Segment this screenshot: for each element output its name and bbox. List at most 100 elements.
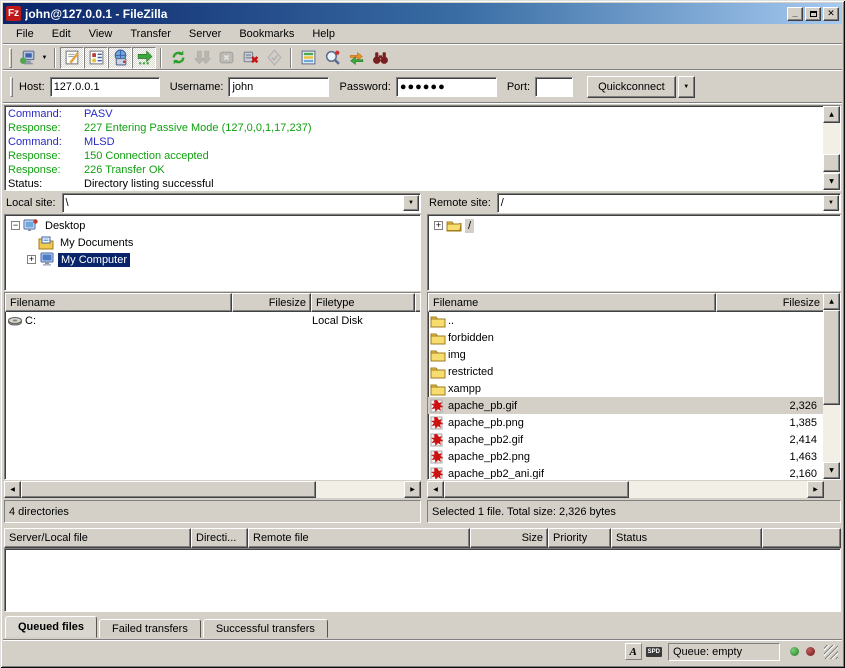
tree-item-my-documents[interactable]: My Documents bbox=[5, 234, 420, 251]
expand-icon[interactable]: + bbox=[27, 255, 36, 264]
quickconnect-dropdown[interactable]: ▼ bbox=[678, 76, 695, 98]
directory-listing-filters-button[interactable] bbox=[296, 47, 320, 69]
file-row[interactable]: xampp bbox=[428, 380, 840, 397]
column-header-server-local-file[interactable]: Server/Local file bbox=[4, 528, 191, 548]
local-site-combobox[interactable]: \ ▼ bbox=[62, 193, 421, 213]
column-header-filetype[interactable]: Filetype bbox=[311, 293, 415, 312]
column-header-priority[interactable]: Priority bbox=[548, 528, 611, 548]
toggle-message-log-button[interactable] bbox=[60, 47, 84, 69]
file-row[interactable]: img bbox=[428, 346, 840, 363]
expand-icon[interactable]: + bbox=[434, 221, 443, 230]
tab-queued-files[interactable]: Queued files bbox=[5, 616, 97, 638]
file-row[interactable]: apache_pb.png 1,385 bbox=[428, 414, 840, 431]
tree-item-root[interactable]: + / bbox=[428, 217, 840, 234]
scrollbar-thumb[interactable] bbox=[823, 310, 840, 405]
remote-site-dropdown[interactable]: ▼ bbox=[823, 195, 839, 211]
log-entry: Response:226 Transfer OK bbox=[5, 163, 823, 177]
file-row[interactable]: apache_pb2_ani.gif 2,160 bbox=[428, 465, 840, 480]
tree-item-desktop[interactable]: − Desktop bbox=[5, 217, 420, 234]
file-row[interactable]: .. bbox=[428, 312, 840, 329]
toggle-remote-tree-button[interactable] bbox=[108, 47, 132, 69]
column-header-size[interactable]: Size bbox=[470, 528, 548, 548]
toggle-local-tree-button[interactable] bbox=[84, 47, 108, 69]
toggle-transfer-queue-button[interactable] bbox=[132, 47, 156, 69]
remote-site-combobox[interactable]: / ▼ bbox=[497, 193, 841, 213]
username-label: Username: bbox=[170, 81, 224, 93]
disconnect-button[interactable] bbox=[238, 47, 262, 69]
scrollbar-thumb[interactable] bbox=[823, 154, 840, 172]
scroll-up-button[interactable]: ▲ bbox=[823, 106, 840, 123]
local-site-dropdown[interactable]: ▼ bbox=[403, 195, 419, 211]
file-row-c-drive[interactable]: C: Local Disk bbox=[5, 312, 420, 329]
refresh-button[interactable] bbox=[166, 47, 190, 69]
scrollbar-thumb[interactable] bbox=[21, 481, 316, 498]
file-row[interactable]: restricted bbox=[428, 363, 840, 380]
scroll-down-button[interactable]: ▼ bbox=[823, 173, 840, 190]
site-manager-dropdown[interactable]: ▼ bbox=[39, 47, 50, 69]
minimize-button[interactable]: _ bbox=[787, 7, 803, 21]
chevron-down-icon: ▼ bbox=[42, 55, 48, 61]
column-header-filesize[interactable]: Filesize bbox=[232, 293, 311, 312]
process-queue-button[interactable] bbox=[190, 47, 214, 69]
file-name: .. bbox=[448, 315, 714, 327]
directory-comparison-button[interactable] bbox=[320, 47, 344, 69]
file-row[interactable]: apache_pb2.png 1,463 bbox=[428, 448, 840, 465]
remote-v-scrollbar[interactable]: ▲ ▼ bbox=[823, 293, 840, 479]
menu-view[interactable]: View bbox=[80, 26, 122, 42]
quickconnect-button[interactable]: Quickconnect bbox=[587, 76, 676, 98]
close-button[interactable]: ✕ bbox=[823, 7, 839, 21]
tab-successful-transfers[interactable]: Successful transfers bbox=[203, 619, 328, 638]
tree-item-my-computer[interactable]: + My Computer bbox=[5, 251, 420, 268]
scroll-right-button[interactable]: ▶ bbox=[404, 481, 421, 498]
toolbar-grip[interactable] bbox=[9, 48, 12, 68]
scroll-up-button[interactable]: ▲ bbox=[823, 293, 840, 310]
transfer-type-indicator[interactable]: A bbox=[625, 643, 642, 660]
remote-h-scrollbar[interactable]: ◀ ▶ bbox=[427, 481, 824, 498]
synchronized-browsing-button[interactable] bbox=[344, 47, 368, 69]
port-input[interactable] bbox=[535, 77, 573, 97]
column-header-filename[interactable]: Filename△ bbox=[5, 293, 232, 312]
column-header-filename[interactable]: Filename△ bbox=[428, 293, 716, 312]
maximize-button[interactable] bbox=[805, 7, 821, 21]
log-scrollbar[interactable]: ▲ ▼ bbox=[823, 106, 840, 190]
site-manager-button[interactable] bbox=[15, 47, 39, 69]
column-header-direction[interactable]: Directi... bbox=[191, 528, 248, 548]
file-name: xampp bbox=[448, 383, 714, 395]
column-header-lastmodified[interactable]: L bbox=[415, 293, 421, 312]
image-file-icon bbox=[430, 450, 446, 464]
file-row-selected[interactable]: apache_pb.gif 2,326 bbox=[428, 397, 840, 414]
collapse-icon[interactable]: − bbox=[11, 221, 20, 230]
scrollbar-thumb[interactable] bbox=[444, 481, 629, 498]
menu-help[interactable]: Help bbox=[303, 26, 344, 42]
arrow-left-icon: ◀ bbox=[10, 486, 15, 493]
scroll-right-button[interactable]: ▶ bbox=[807, 481, 824, 498]
file-name: forbidden bbox=[448, 332, 714, 344]
speed-limit-icon[interactable]: SPD bbox=[646, 647, 662, 657]
scroll-left-button[interactable]: ◀ bbox=[4, 481, 21, 498]
host-input[interactable] bbox=[50, 77, 160, 97]
local-tree: − Desktop My Documents + My Computer bbox=[4, 214, 421, 291]
column-header-remote-file[interactable]: Remote file bbox=[248, 528, 470, 548]
find-files-button[interactable] bbox=[368, 47, 392, 69]
password-input[interactable] bbox=[396, 77, 497, 97]
column-header-status[interactable]: Status bbox=[611, 528, 762, 548]
menu-bookmarks[interactable]: Bookmarks bbox=[230, 26, 303, 42]
tab-failed-transfers[interactable]: Failed transfers bbox=[99, 619, 201, 638]
local-h-scrollbar[interactable]: ◀ ▶ bbox=[4, 481, 421, 498]
scroll-left-button[interactable]: ◀ bbox=[427, 481, 444, 498]
menu-transfer[interactable]: Transfer bbox=[121, 26, 180, 42]
menu-server[interactable]: Server bbox=[180, 26, 230, 42]
file-row[interactable]: forbidden bbox=[428, 329, 840, 346]
username-input[interactable] bbox=[228, 77, 329, 97]
image-file-icon bbox=[430, 416, 446, 430]
scroll-down-button[interactable]: ▼ bbox=[823, 462, 840, 479]
folder-icon bbox=[430, 314, 446, 328]
reconnect-button[interactable] bbox=[262, 47, 286, 69]
cancel-operation-button[interactable] bbox=[214, 47, 238, 69]
quickconnect-grip[interactable] bbox=[10, 77, 13, 97]
resize-grip[interactable] bbox=[824, 645, 838, 659]
menu-edit[interactable]: Edit bbox=[43, 26, 80, 42]
file-row[interactable]: apache_pb2.gif 2,414 bbox=[428, 431, 840, 448]
menu-file[interactable]: File bbox=[7, 26, 43, 42]
column-header-filesize[interactable]: Filesize bbox=[716, 293, 825, 312]
